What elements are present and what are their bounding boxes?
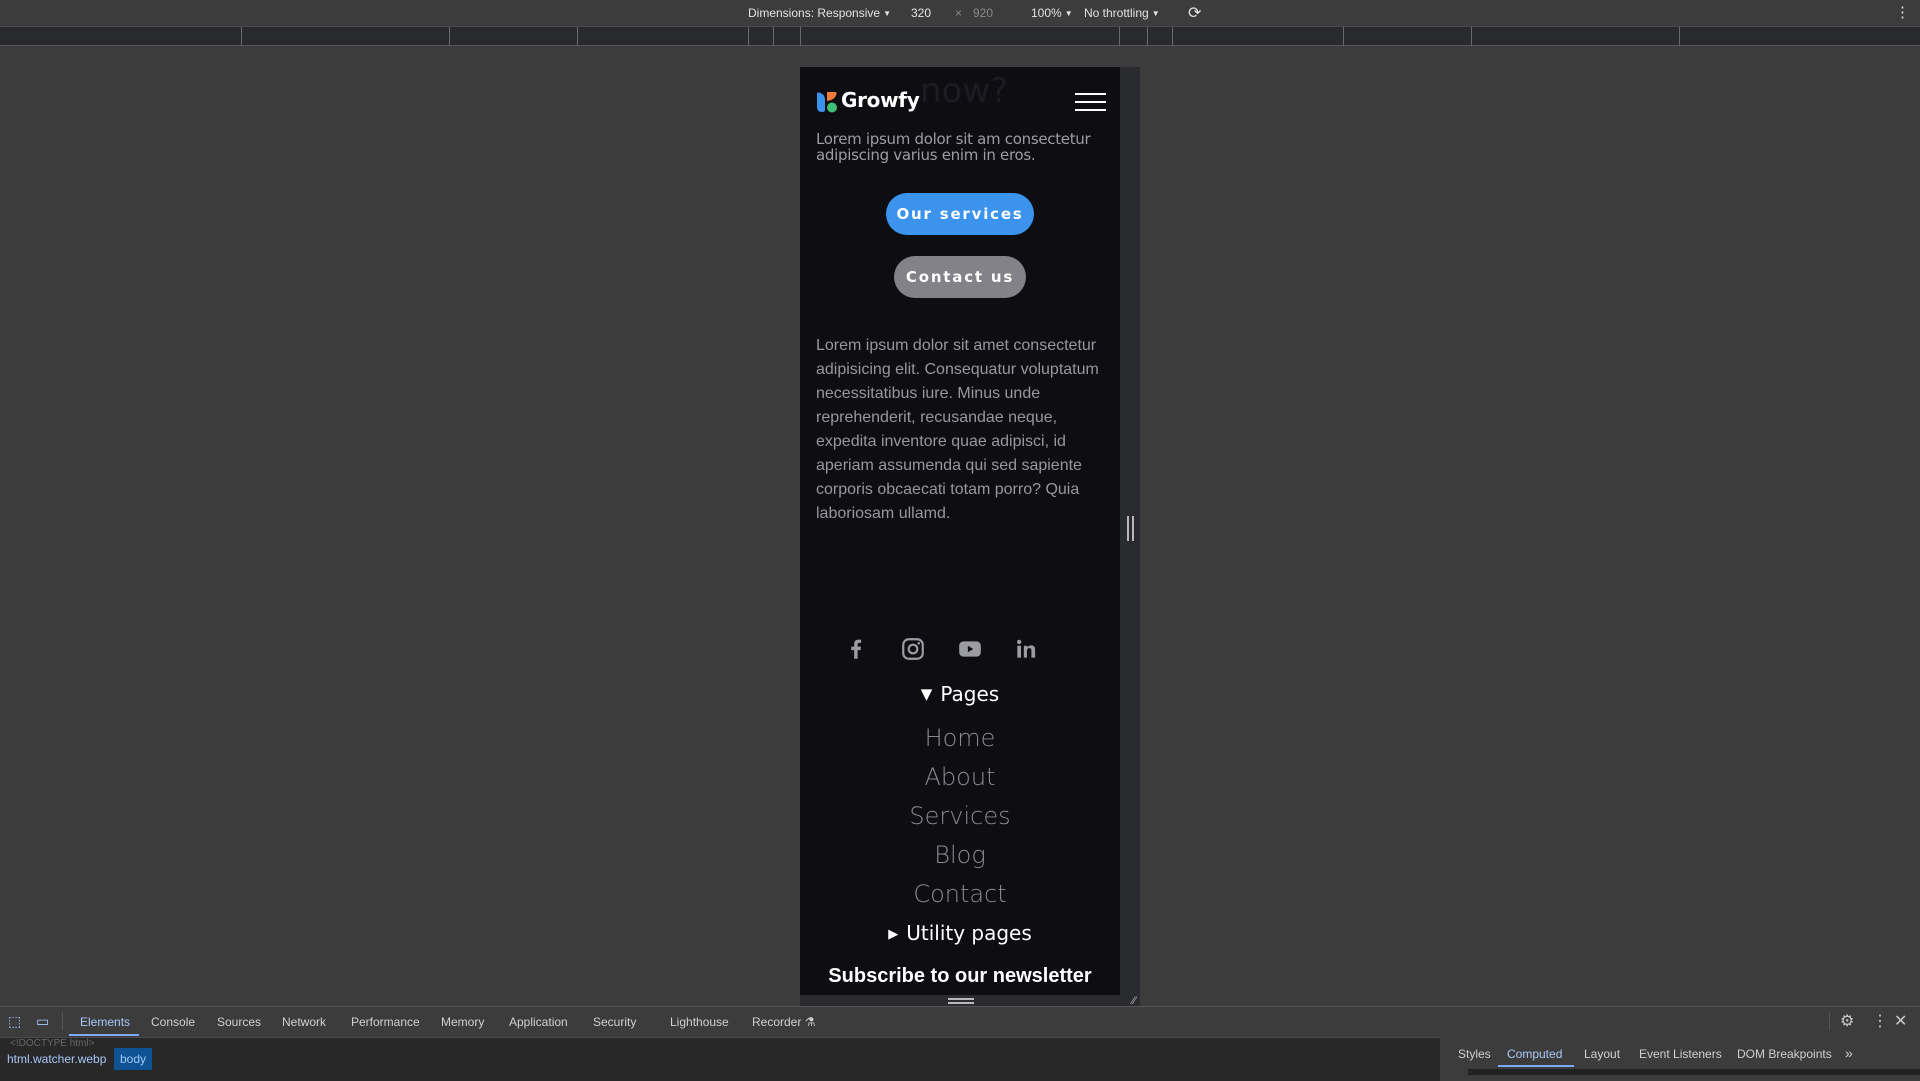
height-input[interactable]: 920	[973, 6, 993, 20]
device-toolbar-icon[interactable]: ▭	[36, 1013, 49, 1030]
tab-computed[interactable]: Computed	[1507, 1047, 1562, 1061]
tab-application[interactable]: Application	[509, 1015, 568, 1029]
more-vertical-icon[interactable]: ⋮	[1872, 1011, 1888, 1031]
brand-name[interactable]: Growfy	[841, 88, 920, 112]
breadcrumb-html[interactable]: html.watcher.webp	[1, 1048, 112, 1070]
tab-sources[interactable]: Sources	[217, 1015, 261, 1029]
tab-dom-breakpoints[interactable]: DOM Breakpoints	[1737, 1047, 1832, 1061]
facebook-icon[interactable]	[843, 636, 869, 662]
divider	[62, 1012, 63, 1030]
triangle-right-icon: ▶	[888, 927, 899, 942]
ruler-tick[interactable]	[773, 27, 774, 46]
hamburger-icon[interactable]	[1075, 93, 1106, 112]
tab-console[interactable]: Console	[151, 1015, 195, 1029]
triangle-down-icon: ▼	[920, 685, 933, 703]
flask-icon: ⚗	[804, 1015, 816, 1029]
rotate-icon[interactable]: ⟳	[1188, 3, 1201, 23]
close-icon[interactable]: ✕	[1894, 1011, 1907, 1031]
ruler-tick[interactable]	[1119, 27, 1120, 46]
breadcrumb-body[interactable]: body	[114, 1048, 153, 1070]
devtools-tab-bar: ⬚ ▭ Elements Console Sources Network Per…	[0, 1007, 1920, 1036]
page-link-contact[interactable]: Contact	[800, 875, 1120, 914]
media-query-ruler[interactable]	[0, 27, 1920, 46]
pages-toggle[interactable]: ▼ Pages	[800, 682, 1120, 706]
width-input[interactable]: 320	[911, 6, 931, 20]
ruler-tick[interactable]	[1147, 27, 1148, 46]
tab-layout[interactable]: Layout	[1584, 1047, 1620, 1061]
pages-list: Home About Services Blog Contact	[800, 719, 1120, 914]
caret-down-icon: ▼	[883, 9, 891, 18]
ruler-tick[interactable]	[1679, 27, 1680, 46]
ruler-tick[interactable]	[1172, 27, 1173, 46]
ruler-tick[interactable]	[800, 27, 801, 46]
ruler-tick[interactable]	[1471, 27, 1472, 46]
settings-gear-icon[interactable]: ⚙	[1840, 1011, 1854, 1031]
newsletter-heading: Subscribe to our newsletter	[828, 965, 1092, 987]
zoom-dropdown[interactable]: 100% ▼	[1031, 6, 1073, 20]
youtube-icon[interactable]	[957, 636, 983, 662]
device-viewport: now? Growfy Lorem ipsum dolor sit am con…	[800, 67, 1120, 995]
elements-panel: <!DOCTYPE html> html.watcher.webp body	[0, 1037, 1440, 1081]
social-links	[800, 636, 1120, 666]
device-stage: now? Growfy Lorem ipsum dolor sit am con…	[0, 46, 1920, 1009]
tab-event-listeners[interactable]: Event Listeners	[1639, 1047, 1722, 1061]
caret-down-icon: ▼	[1151, 9, 1160, 18]
linkedin-icon[interactable]	[1013, 636, 1039, 662]
throttling-dropdown[interactable]: No throttling ▼	[1084, 6, 1160, 20]
devtools-panel: ⬚ ▭ Elements Console Sources Network Per…	[0, 1006, 1920, 1081]
footer-paragraph: Lorem ipsum dolor sit amet consectetur a…	[816, 337, 1099, 522]
tab-recorder[interactable]: Recorder ⚗	[752, 1015, 815, 1029]
caret-down-icon: ▼	[1064, 9, 1073, 18]
contact-us-button[interactable]: Contact us	[894, 256, 1026, 298]
tab-memory[interactable]: Memory	[441, 1015, 484, 1029]
pages-heading: Pages	[940, 682, 1000, 706]
inspect-element-icon[interactable]: ⬚	[8, 1013, 21, 1030]
tab-security[interactable]: Security	[593, 1015, 636, 1029]
tab-styles[interactable]: Styles	[1458, 1047, 1491, 1061]
page-link-services[interactable]: Services	[800, 797, 1120, 836]
page-link-home[interactable]: Home	[800, 719, 1120, 758]
ruler-tick[interactable]	[449, 27, 450, 46]
more-tabs-icon[interactable]: »	[1845, 1045, 1853, 1061]
dimensions-dropdown[interactable]: Dimensions: Responsive ▼	[748, 6, 891, 20]
intro-text: Lorem ipsum dolor sit am consectetur adi…	[816, 130, 1091, 164]
tab-lighthouse[interactable]: Lighthouse	[670, 1015, 729, 1029]
ruler-tick[interactable]	[577, 27, 578, 46]
active-tab-indicator	[69, 1034, 139, 1036]
scrollbar-track[interactable]	[1468, 1069, 1920, 1075]
ruler-tick[interactable]	[241, 27, 242, 46]
ruler-tick[interactable]	[1343, 27, 1344, 46]
resize-handle-bottom[interactable]	[948, 998, 974, 1004]
utility-pages-heading: Utility pages	[906, 921, 1032, 945]
growfy-logo-icon[interactable]	[816, 91, 838, 113]
page-link-blog[interactable]: Blog	[800, 836, 1120, 875]
our-services-button[interactable]: Our services	[886, 193, 1034, 235]
instagram-icon[interactable]	[900, 636, 926, 662]
tab-network[interactable]: Network	[282, 1015, 326, 1029]
tab-performance[interactable]: Performance	[351, 1015, 420, 1029]
divider	[1829, 1012, 1830, 1030]
resize-handle-right[interactable]	[1127, 516, 1134, 541]
device-toolbar: Dimensions: Responsive ▼ 320 × 920 100% ▼ …	[0, 0, 1920, 27]
active-side-tab-indicator	[1498, 1065, 1574, 1067]
tab-elements[interactable]: Elements	[80, 1015, 130, 1029]
styles-sidebar: Styles Computed Layout Event Listeners D…	[1440, 1037, 1920, 1081]
page-link-about[interactable]: About	[800, 758, 1120, 797]
utility-pages-toggle[interactable]: ▶ Utility pages	[800, 921, 1120, 945]
ruler-tick[interactable]	[748, 27, 749, 46]
navbar: Growfy	[800, 67, 1120, 135]
times-label: ×	[955, 6, 963, 20]
more-vertical-icon[interactable]: ⋮	[1895, 3, 1910, 21]
